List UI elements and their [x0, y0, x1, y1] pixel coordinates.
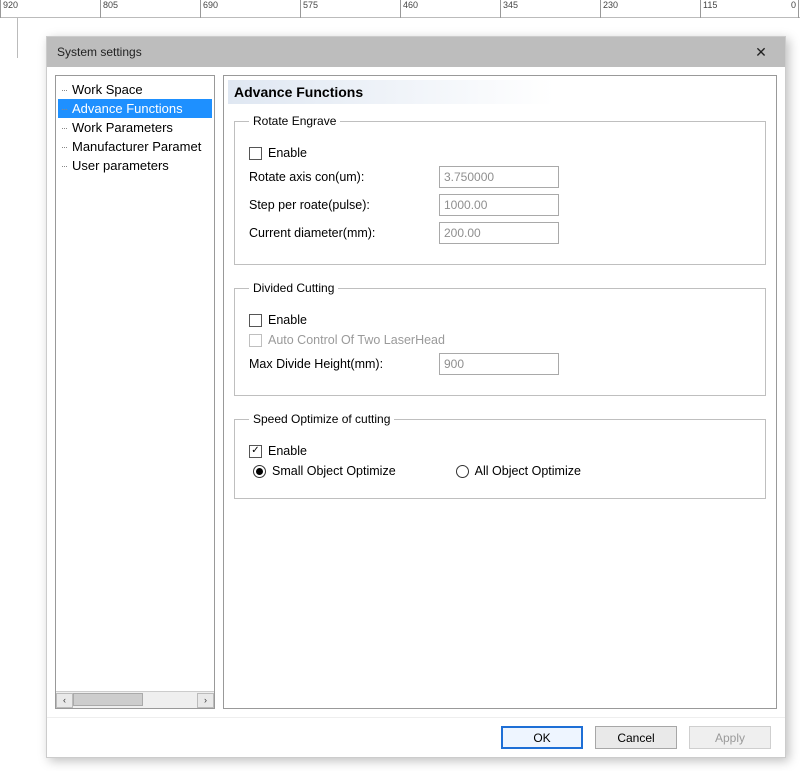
group-legend: Speed Optimize of cutting	[249, 412, 394, 426]
auto-control-checkbox: Auto Control Of Two LaserHead	[249, 333, 445, 347]
tree-item-label: Advance Functions	[72, 101, 183, 116]
tree-item-label: Manufacturer Paramet	[72, 139, 201, 154]
tree-item-manufacturer-parameters[interactable]: Manufacturer Paramet	[58, 137, 212, 156]
speed-enable-checkbox[interactable]: Enable	[249, 444, 307, 458]
tree-item-label: Work Space	[72, 82, 143, 97]
close-icon: ✕	[755, 44, 767, 61]
checkbox-label: Auto Control Of Two LaserHead	[268, 333, 445, 347]
radio-label: Small Object Optimize	[272, 464, 396, 478]
settings-tree-panel: Work Space Advance Functions Work Parame…	[55, 75, 215, 709]
ruler-tick: 345	[503, 0, 518, 10]
panel-header: Advance Functions	[228, 80, 772, 104]
radio-all-object[interactable]: All Object Optimize	[456, 464, 581, 478]
checkbox-label: Enable	[268, 146, 307, 160]
tree-item-user-parameters[interactable]: User parameters	[58, 156, 212, 175]
radio-label: All Object Optimize	[475, 464, 581, 478]
tree-item-advance-functions[interactable]: Advance Functions	[58, 99, 212, 118]
step-per-rotate-input[interactable]	[439, 194, 559, 216]
ok-button[interactable]: OK	[501, 726, 583, 749]
cancel-button[interactable]: Cancel	[595, 726, 677, 749]
rotate-axis-input[interactable]	[439, 166, 559, 188]
radio-small-object[interactable]: Small Object Optimize	[253, 464, 396, 478]
ruler-tick: 575	[303, 0, 318, 10]
ruler-tick: 230	[603, 0, 618, 10]
tree-item-label: Work Parameters	[72, 120, 173, 135]
group-divided-cutting: Divided Cutting Enable Auto Control Of T…	[234, 281, 766, 396]
radio-icon	[253, 465, 266, 478]
checkbox-icon	[249, 334, 262, 347]
group-legend: Divided Cutting	[249, 281, 338, 295]
dialog-titlebar[interactable]: System settings ✕	[47, 37, 785, 67]
step-per-rotate-label: Step per roate(pulse):	[249, 198, 439, 212]
ruler-tick: 805	[103, 0, 118, 10]
ruler-tick: 0	[791, 0, 796, 10]
rotate-enable-checkbox[interactable]: Enable	[249, 146, 307, 160]
tree-horizontal-scrollbar[interactable]: ‹ ›	[56, 691, 214, 708]
button-label: Apply	[715, 731, 745, 745]
ruler-tick: 690	[203, 0, 218, 10]
horizontal-ruler: 920 805 690 575 460 345 230 115 0	[0, 0, 800, 18]
max-divide-height-label: Max Divide Height(mm):	[249, 357, 439, 371]
vertical-ruler	[0, 18, 18, 58]
settings-tree: Work Space Advance Functions Work Parame…	[56, 76, 214, 691]
rotate-axis-label: Rotate axis con(um):	[249, 170, 439, 184]
dialog-title: System settings	[57, 45, 747, 59]
ruler-tick: 115	[703, 0, 717, 10]
current-diameter-label: Current diameter(mm):	[249, 226, 439, 240]
group-legend: Rotate Engrave	[249, 114, 340, 128]
current-diameter-input[interactable]	[439, 222, 559, 244]
radio-icon	[456, 465, 469, 478]
divided-enable-checkbox[interactable]: Enable	[249, 313, 307, 327]
settings-content-panel: Advance Functions Rotate Engrave Enable …	[223, 75, 777, 709]
scroll-right-icon[interactable]: ›	[197, 693, 214, 708]
scroll-thumb[interactable]	[73, 693, 143, 706]
system-settings-dialog: System settings ✕ Work Space Advance Fun…	[46, 36, 786, 758]
button-label: OK	[533, 731, 550, 745]
checkbox-label: Enable	[268, 444, 307, 458]
scroll-track[interactable]	[73, 693, 197, 708]
checkbox-icon	[249, 445, 262, 458]
tree-item-label: User parameters	[72, 158, 169, 173]
tree-item-work-space[interactable]: Work Space	[58, 80, 212, 99]
dialog-footer: OK Cancel Apply	[47, 717, 785, 757]
ruler-tick: 460	[403, 0, 418, 10]
apply-button: Apply	[689, 726, 771, 749]
tree-item-work-parameters[interactable]: Work Parameters	[58, 118, 212, 137]
scroll-left-icon[interactable]: ‹	[56, 693, 73, 708]
checkbox-icon	[249, 147, 262, 160]
max-divide-height-input[interactable]	[439, 353, 559, 375]
group-rotate-engrave: Rotate Engrave Enable Rotate axis con(um…	[234, 114, 766, 265]
checkbox-label: Enable	[268, 313, 307, 327]
checkbox-icon	[249, 314, 262, 327]
group-speed-optimize: Speed Optimize of cutting Enable Small O…	[234, 412, 766, 499]
dialog-body: Work Space Advance Functions Work Parame…	[47, 67, 785, 717]
button-label: Cancel	[617, 731, 654, 745]
ruler-tick: 920	[3, 0, 18, 10]
close-button[interactable]: ✕	[747, 42, 775, 62]
app-stage: 920 805 690 575 460 345 230 115 0 System…	[0, 0, 800, 771]
